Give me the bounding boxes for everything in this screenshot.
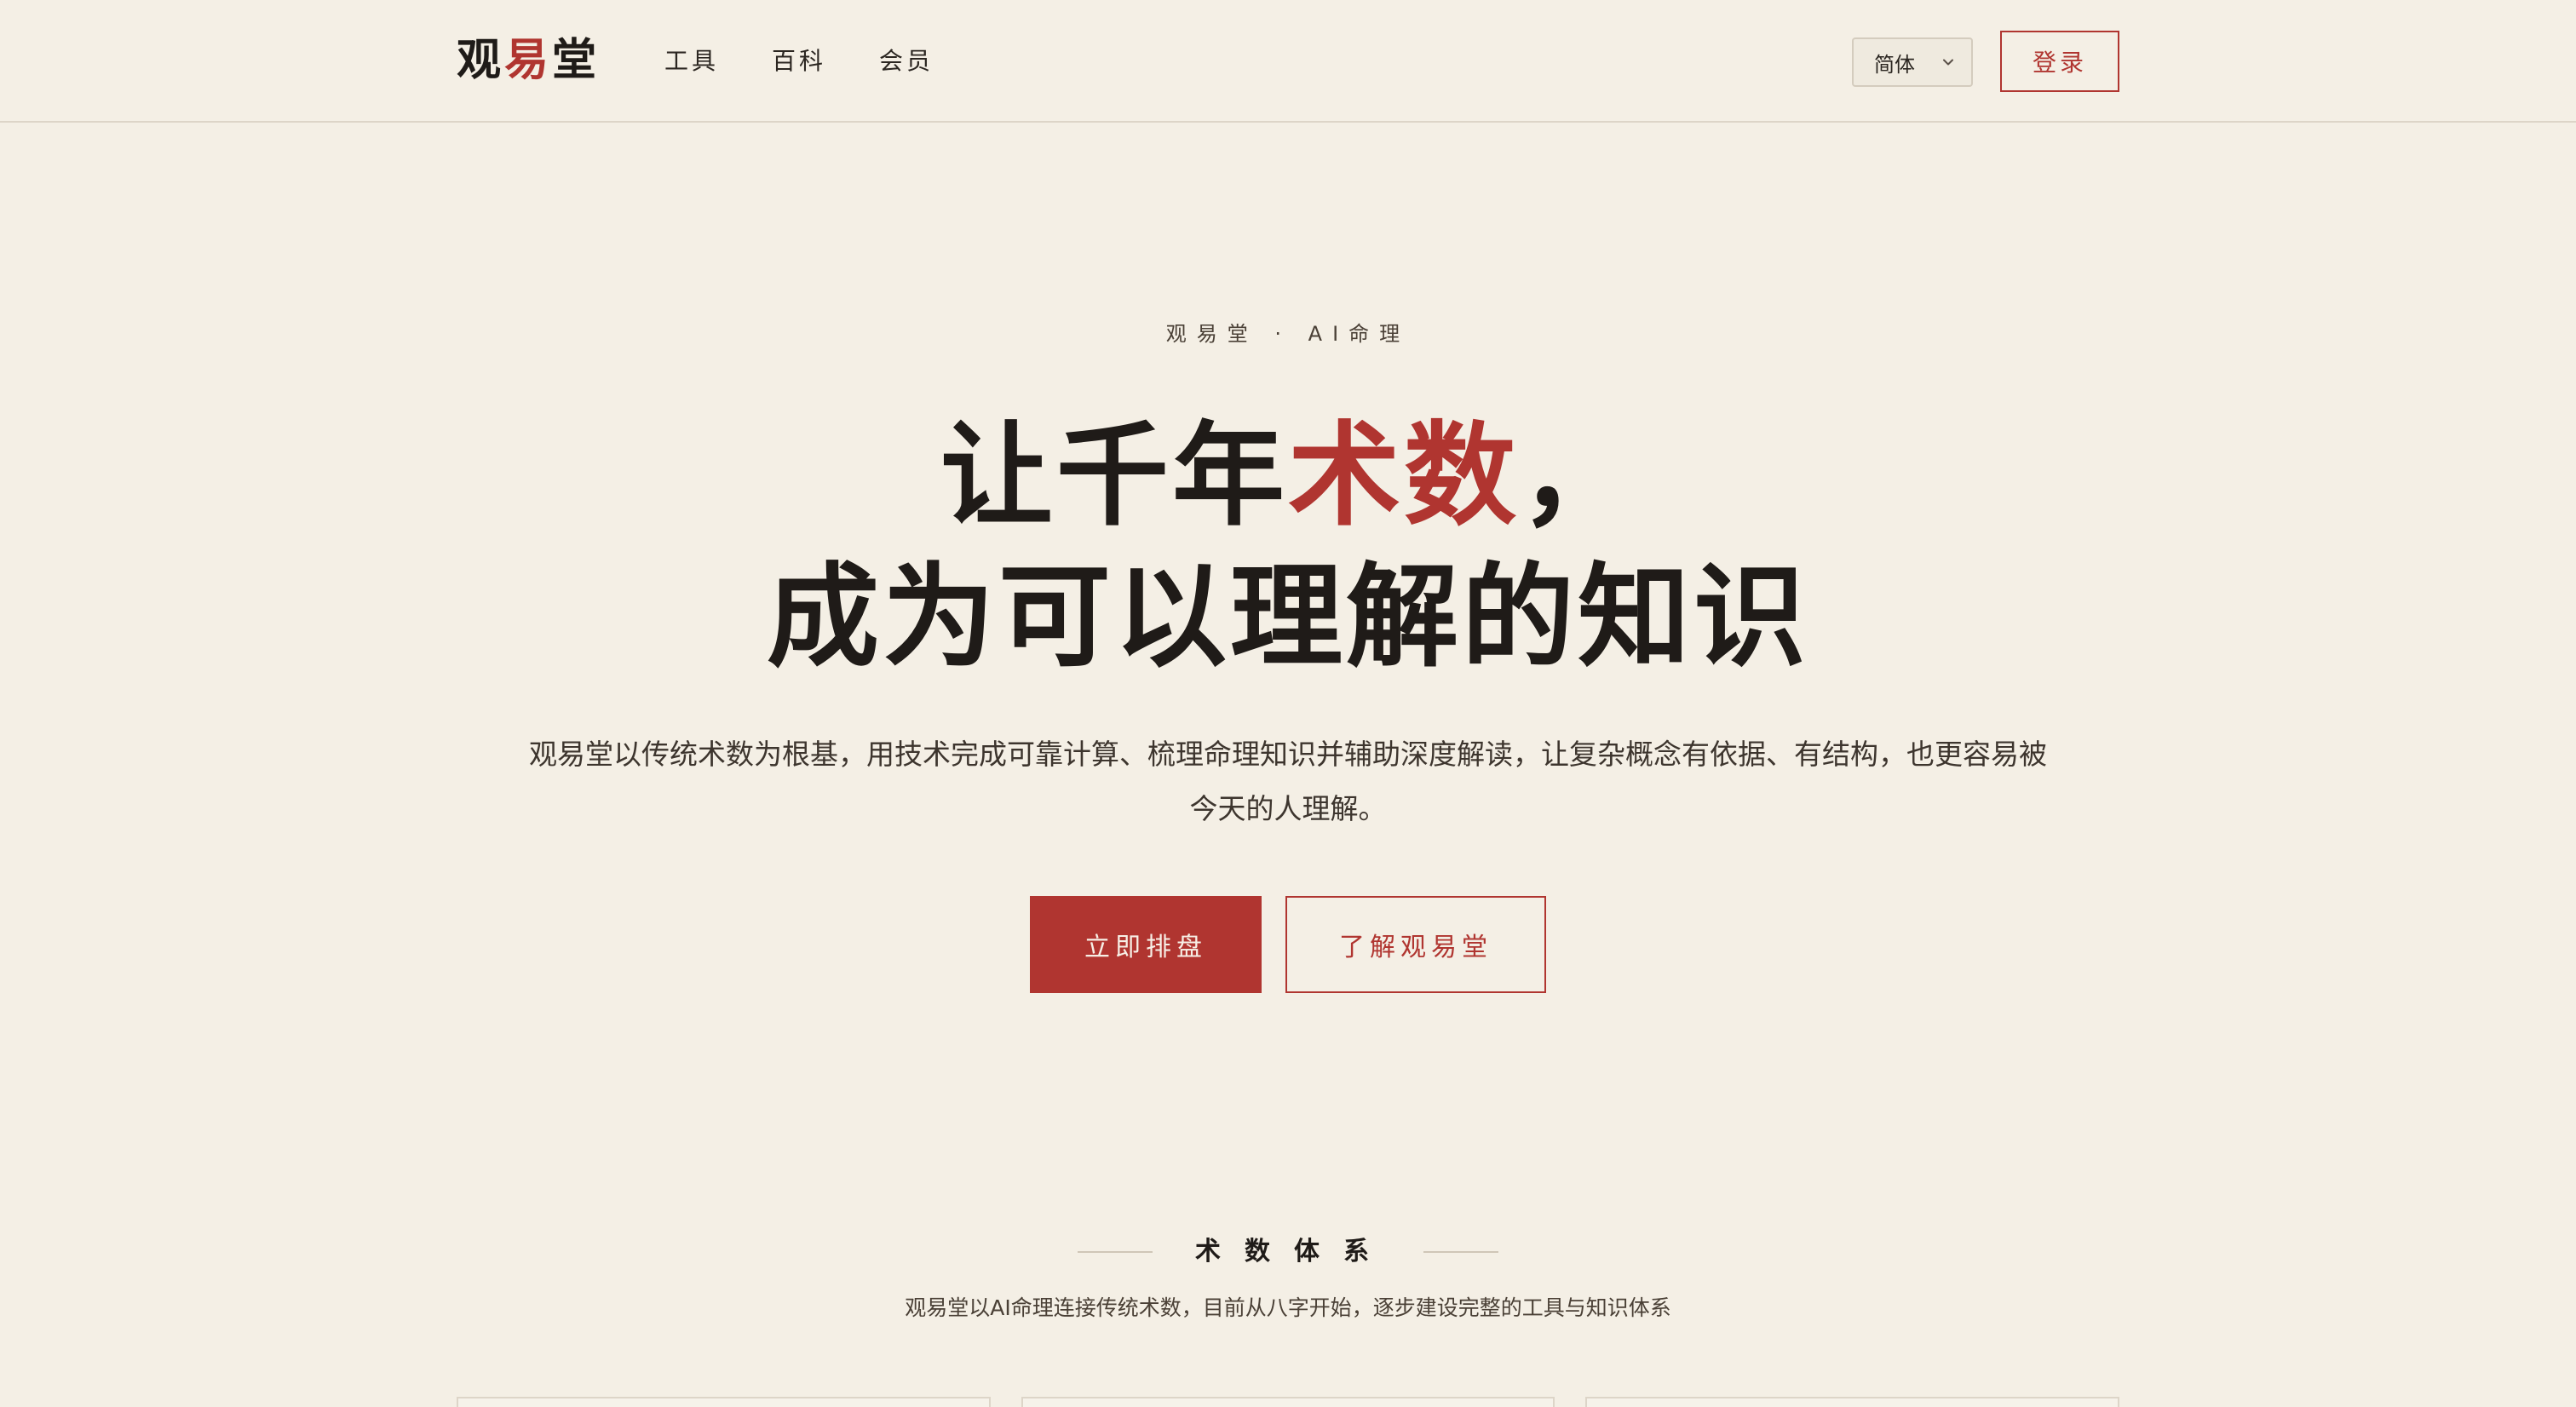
logo-char-3: 堂 xyxy=(552,34,601,86)
site-header: 观易堂 工具 百科 会员 简体 登录 xyxy=(0,0,2576,123)
chevron-down-icon xyxy=(1943,59,1953,66)
nav-tools[interactable]: 工具 xyxy=(664,44,719,78)
headline-line-2: 成为可以理解的知识 xyxy=(767,551,1809,683)
main-nav: 工具 百科 会员 xyxy=(664,44,934,78)
headline-line-1: 让千年术数， xyxy=(0,405,2576,547)
feature-card[interactable] xyxy=(457,1397,991,1407)
logo-char-2: 易 xyxy=(504,34,553,86)
site-logo[interactable]: 观易堂 xyxy=(457,31,600,90)
feature-card[interactable] xyxy=(1585,1397,2120,1407)
language-select-value: 简体 xyxy=(1874,52,1915,77)
section-rule-right xyxy=(1423,1251,1498,1253)
section-description: 观易堂以AI命理连接传统术数，目前从八字开始，逐步建设完整的工具与知识体系 xyxy=(905,1295,1671,1320)
hero-headline: 让千年术数， 成为可以理解的知识 xyxy=(0,405,2576,688)
start-chart-button[interactable]: 立即排盘 xyxy=(1030,896,1262,993)
language-select[interactable]: 简体 xyxy=(1852,37,1973,87)
section-title: 术数体系 xyxy=(1195,1237,1393,1266)
logo-char-1: 观 xyxy=(457,34,505,86)
nav-wiki[interactable]: 百科 xyxy=(772,44,826,78)
section-heading: 术数体系 xyxy=(0,1233,2576,1271)
learn-more-button[interactable]: 了解观易堂 xyxy=(1285,896,1546,993)
feature-cards xyxy=(457,1397,2120,1407)
nav-membership[interactable]: 会员 xyxy=(879,44,934,78)
feature-card[interactable] xyxy=(1021,1397,1555,1407)
headline-highlight: 术数 xyxy=(1288,410,1520,542)
headline-comma: ， xyxy=(1520,410,1636,542)
hero-eyebrow: 观易堂 · AI命理 xyxy=(1165,322,1411,346)
section-rule-left xyxy=(1078,1251,1153,1253)
hero-subtitle: 观易堂以传统术数为根基，用技术完成可靠计算、梳理命理知识并辅助深度解读，让复杂概… xyxy=(529,738,2047,825)
headline-prefix: 让千年 xyxy=(940,410,1288,542)
login-button[interactable]: 登录 xyxy=(2000,31,2119,92)
hero-cta-row: 立即排盘 了解观易堂 xyxy=(0,896,2576,993)
